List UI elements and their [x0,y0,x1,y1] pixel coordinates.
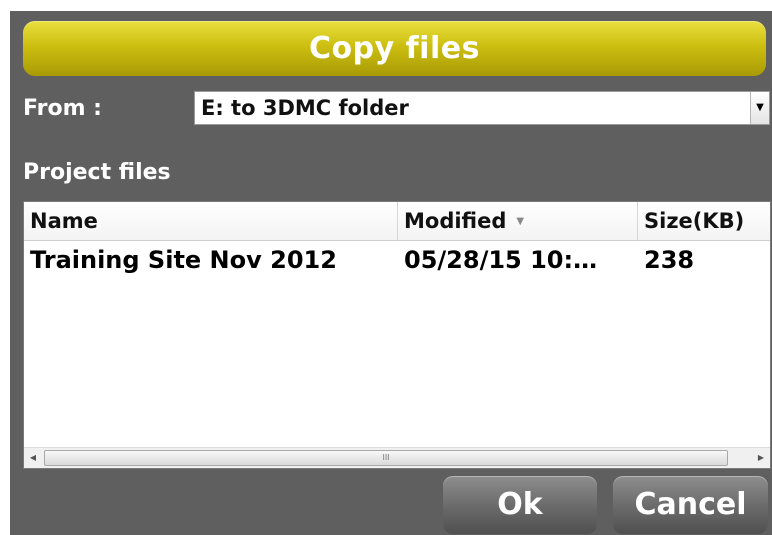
column-header-name[interactable]: Name [24,202,398,240]
from-label: From : [23,96,102,121]
column-header-modified[interactable]: Modified ▼ [398,202,638,240]
from-dropdown[interactable]: E: to 3DMC folder ▼ [194,91,770,125]
horizontal-scrollbar[interactable]: ◀ III ▶ [24,447,770,468]
scroll-left-icon[interactable]: ◀ [24,448,42,467]
from-dropdown-value: E: to 3DMC folder [201,96,409,120]
ok-button[interactable]: Ok [443,476,597,534]
column-header-modified-label: Modified [404,209,507,233]
table-row[interactable]: Training Site Nov 2012 05/28/15 10:… 238 [24,242,770,278]
column-header-size[interactable]: Size(KB) [638,202,770,240]
sort-down-icon: ▼ [516,216,525,227]
column-header-size-label: Size(KB) [644,209,745,233]
project-files-list[interactable]: Name Modified ▼ Size(KB) Training Site No… [23,201,771,469]
chevron-down-icon[interactable]: ▼ [750,92,769,124]
scrollbar-thumb[interactable]: III [44,450,728,466]
list-header: Name Modified ▼ Size(KB) [24,202,770,241]
scrollbar-grip: III [382,453,390,462]
dialog-title: Copy files [309,31,480,66]
scroll-right-icon[interactable]: ▶ [752,448,770,467]
project-files-label: Project files [23,160,171,185]
file-size-cell: 238 [644,246,695,274]
file-name-cell: Training Site Nov 2012 [30,246,337,274]
title-bar: Copy files [23,21,766,76]
cancel-button[interactable]: Cancel [613,476,768,534]
column-header-name-label: Name [30,209,98,233]
file-modified-cell: 05/28/15 10:… [404,246,598,274]
copy-files-dialog: Copy files From : E: to 3DMC folder ▼ Pr… [10,11,772,535]
